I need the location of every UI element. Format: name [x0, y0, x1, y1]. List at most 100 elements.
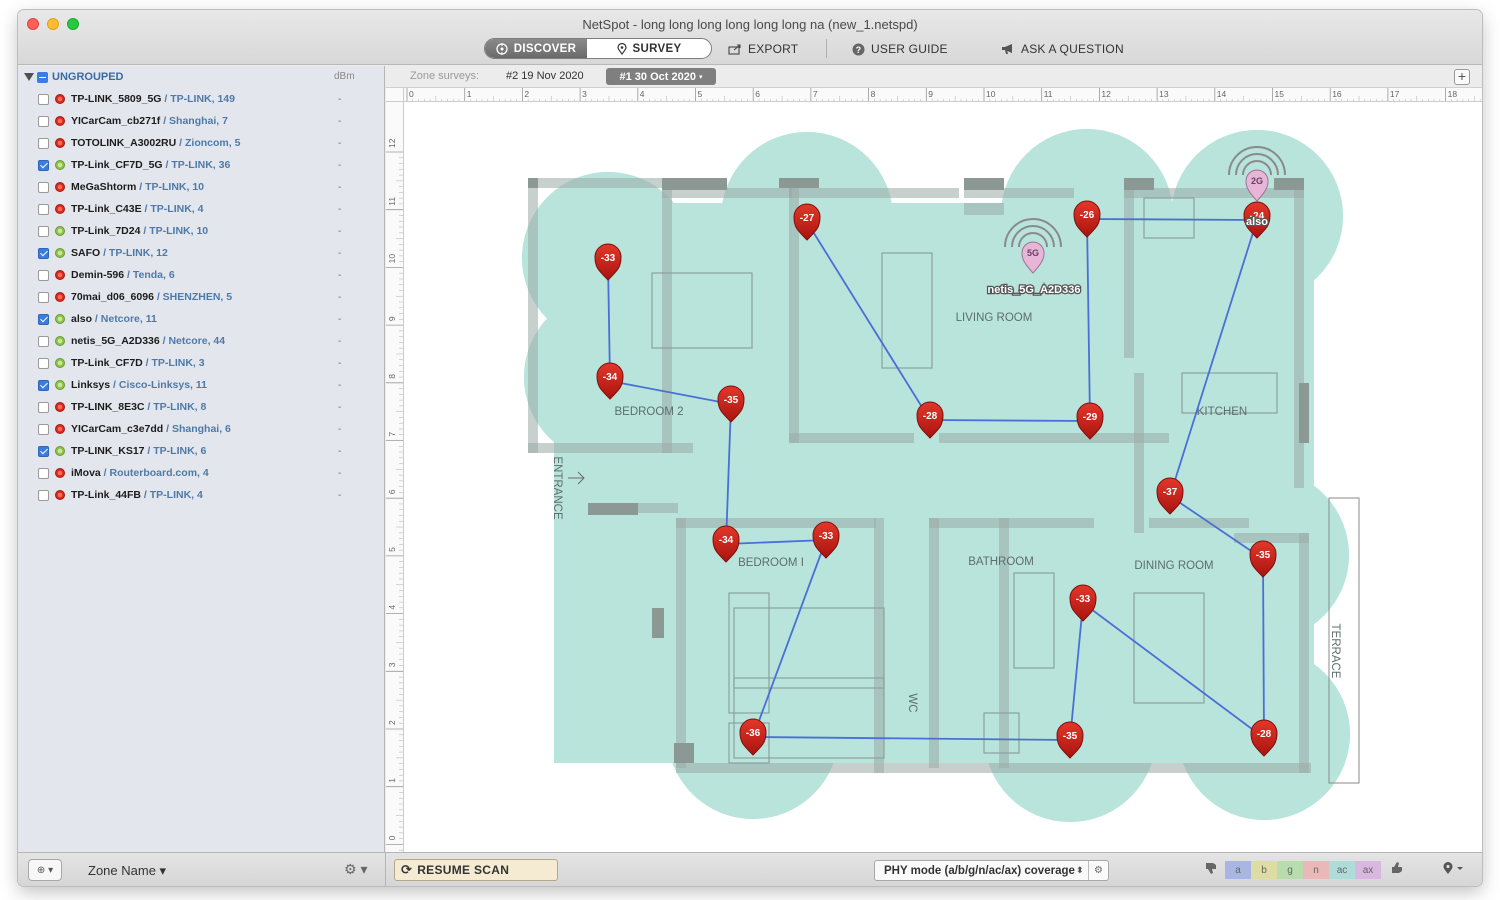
network-row[interactable]: TP-Link_C43E / TP-LINK, 4 -	[18, 198, 384, 220]
zone-survey-tab-active[interactable]: #1 30 Oct 2020 ▾	[606, 68, 716, 85]
network-checkbox[interactable]	[38, 313, 49, 325]
network-row[interactable]: TP-LINK_KS17 / TP-LINK, 6 -	[18, 440, 384, 462]
network-checkbox[interactable]	[38, 357, 49, 369]
network-row[interactable]: TP-Link_CF7D / TP-LINK, 3 -	[18, 352, 384, 374]
network-dbm: -	[338, 269, 342, 281]
network-checkbox[interactable]	[38, 247, 49, 259]
visualization-select[interactable]: PHY mode (a/b/g/n/ac/ax) coverage ⬍ ⚙	[874, 860, 1109, 881]
add-zone-survey-button[interactable]: +	[1454, 69, 1470, 85]
wall	[789, 188, 959, 198]
network-row[interactable]: YICarCam_c3e7dd / Shanghai, 6 -	[18, 418, 384, 440]
resume-scan-button[interactable]: ⟳ RESUME SCAN	[394, 859, 558, 881]
network-checkbox[interactable]	[38, 93, 49, 105]
network-row[interactable]: YICarCam_cb271f / Shanghai, 7 -	[18, 110, 384, 132]
network-checkbox[interactable]	[38, 203, 49, 215]
phy-mode-g[interactable]: g	[1277, 861, 1303, 879]
network-name: YICarCam_c3e7dd	[71, 423, 164, 435]
ruler-label: 10	[986, 89, 996, 99]
network-row[interactable]: TOTOLINK_A3002RU / Zioncom, 5 -	[18, 132, 384, 154]
signal-status-icon	[55, 336, 65, 346]
network-row[interactable]: TP-LINK_5809_5G / TP-LINK, 149 -	[18, 88, 384, 110]
user-guide-button[interactable]: ? USER GUIDE	[852, 39, 948, 59]
thumbs-down-icon[interactable]	[1204, 861, 1220, 879]
network-row[interactable]: 70mai_d06_6096 / SHENZHEN, 5 -	[18, 286, 384, 308]
room-label: ENTRANCE	[551, 456, 563, 520]
network-name: YICarCam_cb271f	[71, 115, 161, 127]
export-button[interactable]: EXPORT	[728, 39, 798, 59]
network-row[interactable]: netis_5G_A2D336 / Netcore, 44 -	[18, 330, 384, 352]
network-checkbox[interactable]	[38, 467, 49, 479]
network-vendor: / Tenda, 6	[124, 269, 175, 281]
group-select-icon[interactable]	[37, 71, 48, 83]
ruler-label: 0	[387, 835, 397, 840]
bottom-bar: ⊕ ▾ Zone Name ▾ ⚙ ▾ ⟳ RESUME SCAN PHY mo…	[18, 852, 1482, 886]
phy-mode-ac[interactable]: ac	[1329, 861, 1355, 879]
network-row[interactable]: SAFO / TP-LINK, 12 -	[18, 242, 384, 264]
network-row[interactable]: Linksys / Cisco-Linksys, 11 -	[18, 374, 384, 396]
network-checkbox[interactable]	[38, 115, 49, 127]
network-checkbox[interactable]	[38, 423, 49, 435]
network-checkbox[interactable]	[38, 445, 49, 457]
network-row[interactable]: also / Netcore, 11 -	[18, 308, 384, 330]
network-row[interactable]: MeGaShtorm / TP-LINK, 10 -	[18, 176, 384, 198]
network-dbm: -	[338, 335, 342, 347]
network-checkbox[interactable]	[38, 269, 49, 281]
survey-button[interactable]: SURVEY	[587, 39, 711, 58]
network-checkbox[interactable]	[38, 225, 49, 237]
network-name: TP-Link_7D24	[71, 225, 141, 237]
ruler-label: 9	[928, 89, 933, 99]
wall-column	[662, 178, 727, 190]
floor-plan-canvas[interactable]: LIVING ROOM BEDROOM 2 KITCHEN ENTRANCE BEDRO…	[404, 103, 1482, 852]
network-dbm: -	[338, 115, 342, 127]
zone-settings-gear-icon[interactable]: ⚙ ▾	[344, 861, 367, 878]
network-checkbox[interactable]	[38, 489, 49, 501]
signal-status-icon	[55, 358, 65, 368]
ask-question-button[interactable]: ASK A QUESTION	[1001, 39, 1124, 59]
network-vendor: / Netcore, 44	[159, 335, 226, 347]
network-name: MeGaShtorm	[71, 181, 137, 193]
network-name: netis_5G_A2D336	[71, 335, 160, 347]
network-checkbox[interactable]	[38, 181, 49, 193]
phy-mode-b[interactable]: b	[1251, 861, 1277, 879]
location-pin-icon[interactable]	[1442, 861, 1464, 878]
network-name: TP-Link_CF7D	[71, 357, 143, 369]
measurement-value: -36	[746, 728, 761, 739]
network-checkbox[interactable]	[38, 335, 49, 347]
network-checkbox[interactable]	[38, 137, 49, 149]
wall	[1299, 533, 1309, 773]
ruler-label: 7	[813, 89, 818, 99]
measurement-value: -28	[1257, 729, 1272, 740]
network-row[interactable]: TP-Link_7D24 / TP-LINK, 10 -	[18, 220, 384, 242]
network-row[interactable]: Demin-596 / Tenda, 6 -	[18, 264, 384, 286]
network-row[interactable]: TP-Link_44FB / TP-LINK, 4 -	[18, 484, 384, 506]
signal-status-icon	[55, 446, 65, 456]
survey-path-segment	[1086, 218, 1258, 221]
network-checkbox[interactable]	[38, 291, 49, 303]
discover-button[interactable]: DISCOVER	[485, 39, 587, 58]
signal-status-icon	[55, 314, 65, 324]
disclosure-triangle-icon[interactable]	[24, 73, 34, 81]
zone-name-menu[interactable]: Zone Name ▾	[88, 863, 166, 879]
vertical-ruler: 1211109876543210	[386, 102, 404, 852]
network-dbm: -	[338, 379, 342, 391]
group-header[interactable]: UNGROUPED	[24, 70, 124, 84]
phy-mode-a[interactable]: a	[1225, 861, 1251, 879]
zone-survey-tab[interactable]: #2 19 Nov 2020	[506, 70, 584, 82]
thumbs-up-icon[interactable]	[1390, 861, 1406, 879]
phy-mode-ax[interactable]: ax	[1355, 861, 1381, 879]
wall	[676, 763, 1311, 773]
network-row[interactable]: TP-Link_CF7D_5G / TP-LINK, 36 -	[18, 154, 384, 176]
phy-mode-n[interactable]: n	[1303, 861, 1329, 879]
network-row[interactable]: TP-LINK_8E3C / TP-LINK, 8 -	[18, 396, 384, 418]
network-checkbox[interactable]	[38, 401, 49, 413]
network-checkbox[interactable]	[38, 159, 49, 171]
measurement-value: -26	[1080, 210, 1095, 221]
signal-status-icon	[55, 248, 65, 258]
network-row[interactable]: iMova / Routerboard.com, 4 -	[18, 462, 384, 484]
add-zone-button[interactable]: ⊕ ▾	[28, 859, 62, 881]
measurement-value: -34	[603, 372, 618, 383]
visualization-settings-icon[interactable]: ⚙	[1088, 861, 1108, 880]
measurement-value: -33	[819, 531, 834, 542]
network-checkbox[interactable]	[38, 379, 49, 391]
network-label: TP-Link_44FB / TP-LINK, 4	[71, 489, 203, 501]
